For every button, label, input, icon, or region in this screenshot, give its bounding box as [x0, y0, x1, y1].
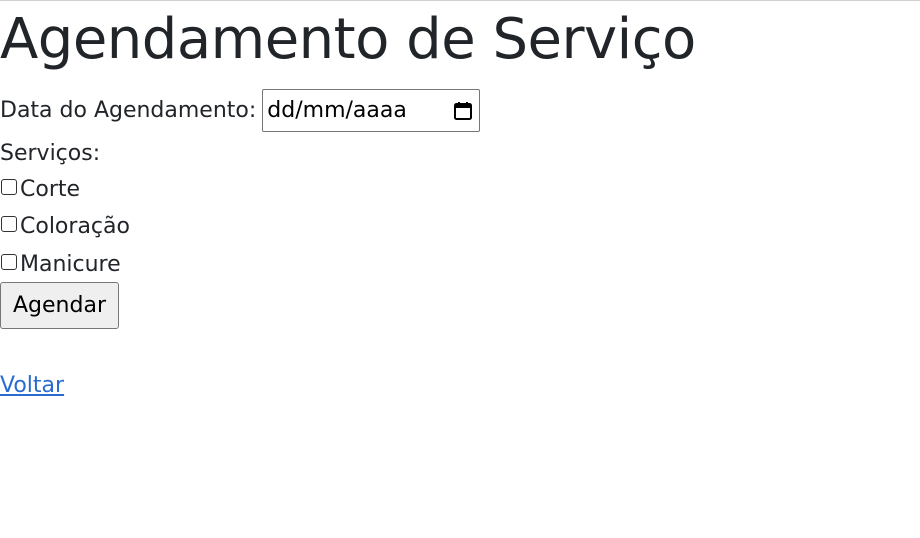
calendar-icon[interactable]: [453, 101, 473, 121]
agendar-button[interactable]: Agendar: [0, 282, 119, 329]
checkbox[interactable]: [1, 216, 17, 232]
checkbox[interactable]: [1, 254, 17, 270]
service-label: Corte: [20, 177, 81, 202]
date-row: Data do Agendamento: dd/mm/aaaa: [0, 89, 481, 132]
service-label: Manicure: [20, 252, 121, 277]
service-label: Coloração: [20, 214, 130, 239]
date-input[interactable]: dd/mm/aaaa: [262, 89, 481, 132]
date-label: Data do Agendamento:: [0, 98, 257, 123]
back-link[interactable]: Voltar: [0, 371, 64, 401]
services-label: Serviços:: [0, 141, 101, 166]
service-option-manicure[interactable]: Manicure: [0, 250, 121, 280]
service-option-coloracao[interactable]: Coloração: [0, 212, 130, 242]
date-placeholder: dd/mm/aaaa: [267, 98, 407, 123]
page-title: Agendamento de Serviço: [0, 7, 696, 72]
top-border: [0, 0, 920, 1]
checkbox[interactable]: [1, 179, 17, 195]
service-option-corte[interactable]: Corte: [0, 175, 80, 205]
